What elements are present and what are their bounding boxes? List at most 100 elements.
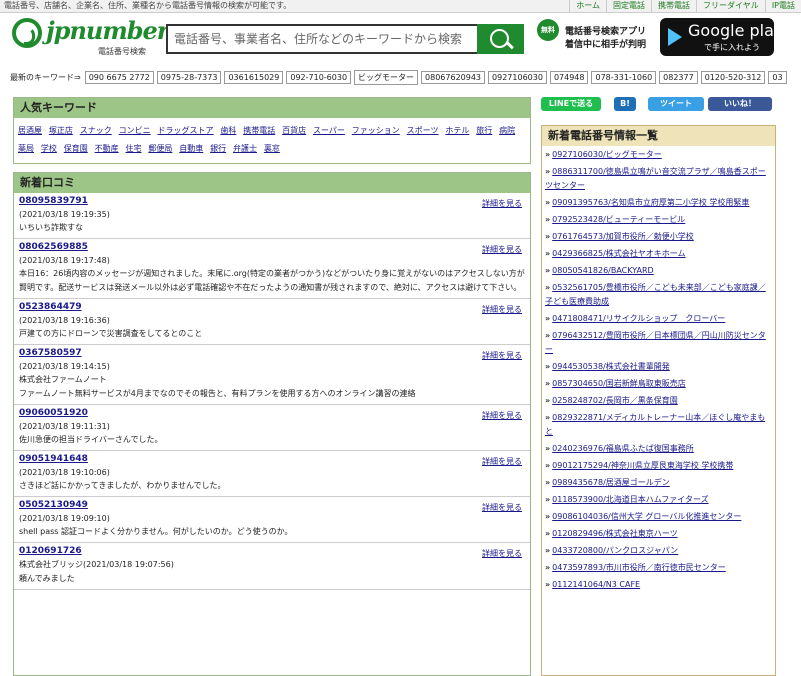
new-number-link[interactable]: 0792523428/ビューティーモービル: [552, 215, 685, 224]
new-number-link[interactable]: 0240236976/福島県ふたば復国事務所: [552, 444, 694, 453]
top-nav-freedial[interactable]: フリーダイヤル: [696, 0, 765, 12]
popular-tag[interactable]: 住宅: [126, 144, 142, 153]
popular-tag[interactable]: スナック: [80, 126, 112, 135]
popular-tag[interactable]: 居酒屋: [18, 126, 42, 135]
double-chevron-icon: »: [545, 495, 551, 504]
popular-tag[interactable]: 塚正店: [49, 126, 73, 135]
new-number-link[interactable]: 0433720800/パンクロスジャパン: [552, 546, 678, 555]
review-phone-link[interactable]: 08062569885: [19, 241, 525, 254]
review-phone-link[interactable]: 09060051920: [19, 407, 525, 420]
keyword-chip[interactable]: 08067620943: [421, 70, 486, 84]
new-number-link[interactable]: 09012175294/神奈川県立厚艮東海学校 学校携帯: [552, 461, 733, 470]
keyword-chip[interactable]: 082377: [659, 70, 698, 84]
review-detail-link[interactable]: 詳細を見る: [482, 244, 522, 255]
keyword-chip[interactable]: 0120-520-312: [700, 70, 766, 84]
keyword-chip[interactable]: 0975-28-7373: [156, 70, 222, 84]
new-reviews-panel: 新着口コミ 08095839791 (2021/03/18 19:19:35) いち…: [13, 172, 531, 676]
popular-tag[interactable]: 薬局: [18, 144, 34, 153]
popular-tag[interactable]: 郵便局: [148, 144, 172, 153]
new-number-link[interactable]: 0796432512/豊岡市役所／日本標団県／円山川防災センター: [545, 331, 766, 354]
popular-tag[interactable]: ドラッグストア: [158, 126, 214, 135]
keyword-chip[interactable]: 03: [768, 70, 787, 84]
keyword-chip[interactable]: 074948: [549, 70, 589, 84]
new-number-link[interactable]: 0471808471/リサイクルショップ クローバー: [552, 314, 725, 323]
popular-tag[interactable]: 銀行: [210, 144, 226, 153]
new-numbers-title: 新着電話番号情報一覧: [542, 126, 775, 146]
review-date: (2021/03/18 19:10:06): [19, 468, 110, 477]
popular-tag[interactable]: 保育園: [64, 144, 88, 153]
popular-tag[interactable]: 旅行: [476, 126, 492, 135]
new-number-link[interactable]: 0112141064/N3 CAFE: [552, 580, 640, 589]
new-number-link[interactable]: 0829322871/メディカルトレーナー山本／ほぐし庵やまもと: [545, 413, 765, 436]
popular-tag[interactable]: スポーツ: [407, 126, 439, 135]
new-number-item: » 08050541826/BACKYARD: [542, 262, 775, 279]
popular-tag[interactable]: 携帯電話: [243, 126, 275, 135]
new-number-link[interactable]: 09086104036/信州大学 グローバル化推進センター: [552, 512, 741, 521]
review-detail-link[interactable]: 詳細を見る: [482, 410, 522, 421]
new-number-link[interactable]: 0258248702/長岡市／黒条保育園: [552, 396, 678, 405]
top-nav-ip[interactable]: IP電話: [764, 0, 801, 12]
new-number-link[interactable]: 0473597893/市川市役所／南行徳市民センター: [552, 563, 726, 572]
keyword-chip[interactable]: ビッグモーター: [354, 69, 419, 85]
facebook-like-button[interactable]: いいね！: [708, 97, 772, 111]
review-detail-link[interactable]: 詳細を見る: [482, 350, 522, 361]
keyword-chip[interactable]: 092-710-6030: [286, 70, 352, 84]
new-number-link[interactable]: 0989435678/居酒屋ゴールデン: [552, 478, 670, 487]
new-number-link[interactable]: 0857304650/国岩新鮮鳥取東販売店: [552, 379, 686, 388]
double-chevron-icon: »: [545, 266, 551, 275]
review-detail-link[interactable]: 詳細を見る: [482, 198, 522, 209]
google-play-button[interactable]: Google play で手に入れよう: [660, 18, 783, 56]
popular-tag[interactable]: 病院: [499, 126, 515, 135]
search-button[interactable]: [477, 24, 524, 54]
popular-keywords-title: 人気キーワード: [14, 98, 530, 118]
new-number-link[interactable]: 08050541826/BACKYARD: [552, 266, 654, 275]
new-number-link[interactable]: 0429366825/株式会社ヤオキホーム: [552, 249, 685, 258]
new-number-link[interactable]: 09091395763/名知県市立府厚第二小学校 学校用緊車: [552, 198, 749, 207]
review-date: (2021/03/18 19:09:10): [19, 514, 110, 523]
top-info-bar: 電話番号、店舗名、企業名、住所、業種名から電話番号情報の検索が可能です。 ホーム…: [0, 0, 801, 13]
popular-tag[interactable]: 裏窓: [264, 144, 280, 153]
new-number-link[interactable]: 0761764573/加賀市役所／勅便小学校: [552, 232, 694, 241]
review-phone-link[interactable]: 0120691726: [19, 545, 525, 558]
new-number-link[interactable]: 0886311700/徳島県立鳴がい音交流プラザ／鳴島香スポーツセンター: [545, 167, 766, 190]
review-detail-link[interactable]: 詳細を見る: [482, 502, 522, 513]
review-phone-link[interactable]: 08095839791: [19, 195, 525, 208]
new-number-link[interactable]: 0120829496/株式会社東京ハーツ: [552, 529, 677, 538]
new-number-link[interactable]: 0927106030/ビッグモーター: [552, 150, 662, 159]
keyword-chip[interactable]: 0361615029: [224, 70, 284, 84]
top-nav-mobile[interactable]: 携帯電話: [651, 0, 696, 12]
top-nav-home[interactable]: ホーム: [569, 0, 606, 12]
popular-tag[interactable]: コンビニ: [119, 126, 151, 135]
new-number-item: » 09091395763/名知県市立府厚第二小学校 学校用緊車: [542, 194, 775, 211]
latest-keywords-label: 最新のキーワード⇒: [10, 72, 81, 82]
review-phone-link[interactable]: 0523864479: [19, 301, 525, 314]
new-number-link[interactable]: 0944530538/株式会社書輩開発: [552, 362, 670, 371]
popular-tag[interactable]: 不動産: [95, 144, 119, 153]
popular-tag[interactable]: 学校: [41, 144, 57, 153]
popular-tag[interactable]: ファッション: [352, 126, 400, 135]
review-detail-link[interactable]: 詳細を見る: [482, 548, 522, 559]
keyword-chip[interactable]: 090 6675 2772: [84, 70, 154, 84]
hatena-bookmark-button[interactable]: B!: [614, 97, 636, 111]
review-detail-link[interactable]: 詳細を見る: [482, 304, 522, 315]
tweet-button[interactable]: ツイート: [648, 97, 704, 111]
popular-tag[interactable]: 自動車: [179, 144, 203, 153]
keyword-chip[interactable]: 0927106030: [488, 70, 547, 84]
new-number-item: » 0927106030/ビッグモーター: [542, 146, 775, 163]
site-logo[interactable]: jpnumber 電話番号検索: [12, 16, 169, 58]
top-nav-landline[interactable]: 固定電話: [606, 0, 651, 12]
popular-tag[interactable]: 百貨店: [282, 126, 306, 135]
review-detail-link[interactable]: 詳細を見る: [482, 456, 522, 467]
new-number-link[interactable]: 0118573900/北海道日本ハムファイターズ: [552, 495, 708, 504]
review-phone-link[interactable]: 0367580597: [19, 347, 525, 360]
review-phone-link[interactable]: 05052130949: [19, 499, 525, 512]
search-input[interactable]: [168, 26, 480, 52]
popular-tag[interactable]: ホテル: [445, 126, 469, 135]
line-share-button[interactable]: LINEで送る: [541, 97, 601, 111]
popular-tag[interactable]: 弁護士: [233, 144, 257, 153]
review-phone-link[interactable]: 09051941648: [19, 453, 525, 466]
new-number-link[interactable]: 0532561705/豊橋市役所／こども未来部／こども家庭課／子ども医療費助成: [545, 283, 766, 306]
keyword-chip[interactable]: 078-331-1060: [591, 70, 657, 84]
popular-tag[interactable]: スーパー: [313, 126, 345, 135]
popular-tag[interactable]: 歯科: [220, 126, 236, 135]
